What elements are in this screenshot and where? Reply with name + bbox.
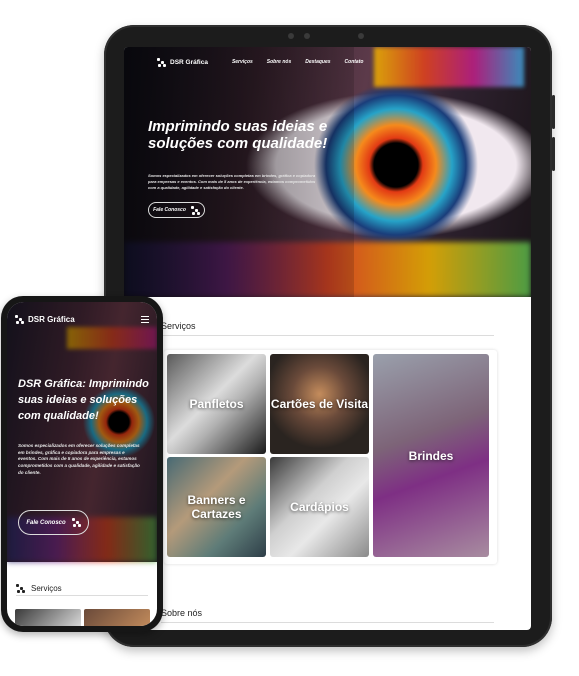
service-card-label: Cardápios bbox=[290, 500, 349, 514]
hero-description: Somos especializados em oferecer soluçõe… bbox=[148, 173, 316, 190]
tablet-device: DSR Gráfica Serviços Sobre nós Destaques… bbox=[104, 25, 555, 647]
section-divider bbox=[16, 595, 148, 596]
hero-overlay bbox=[124, 47, 354, 297]
tablet-camera-dot bbox=[304, 33, 310, 39]
tablet-camera-dot bbox=[288, 33, 294, 39]
phone-hero-banner: DSR Gráfica DSR Gráfica: Imprimindo suas… bbox=[7, 302, 157, 562]
phone-device: DSR Gráfica DSR Gráfica: Imprimindo suas… bbox=[1, 296, 163, 632]
contact-button-label: Fale Conosco bbox=[153, 207, 186, 213]
phone-screen: DSR Gráfica DSR Gráfica: Imprimindo suas… bbox=[7, 302, 157, 626]
hero-title: Imprimindo suas ideias e soluções com qu… bbox=[148, 118, 328, 152]
phone-services-heading: Serviços bbox=[16, 584, 62, 593]
brand-logo[interactable]: DSR Gráfica bbox=[157, 57, 208, 67]
section-divider bbox=[161, 335, 494, 336]
tablet-volume-button bbox=[552, 95, 555, 129]
service-card-cartoes-de-visita[interactable]: Cartões de Visita bbox=[270, 354, 369, 454]
service-card-label: Panfletos bbox=[189, 397, 244, 411]
phone-service-card[interactable] bbox=[15, 609, 81, 626]
contact-button[interactable]: Fale Conosco bbox=[148, 202, 205, 218]
service-card-banners-e-cartazes[interactable]: Banners e Cartazes bbox=[167, 457, 266, 557]
brand-logo[interactable]: DSR Gráfica bbox=[15, 315, 75, 324]
service-card-cardapios[interactable]: Cardápios bbox=[270, 457, 369, 557]
tablet-camera-dot bbox=[358, 33, 364, 39]
dots-logo-icon bbox=[157, 57, 166, 67]
brand-name: DSR Gráfica bbox=[28, 315, 75, 324]
service-card-label: Banners e Cartazes bbox=[187, 493, 246, 521]
nav-link-contato[interactable]: Contato bbox=[345, 59, 364, 65]
top-nav: DSR Gráfica Serviços Sobre nós Destaques… bbox=[157, 55, 363, 69]
hero-paint-splash bbox=[374, 47, 524, 87]
brand-name: DSR Gráfica bbox=[170, 58, 208, 66]
about-section-title: Sobre nós bbox=[161, 608, 203, 618]
section-divider bbox=[161, 622, 494, 623]
phone-contact-button[interactable]: Fale Conosco bbox=[18, 510, 89, 535]
phone-top-nav: DSR Gráfica bbox=[15, 315, 149, 324]
dots-logo-icon bbox=[16, 584, 25, 593]
services-grid: Panfletos Cartões de Visita Brindes Bann… bbox=[164, 350, 497, 564]
nav-link-destaques[interactable]: Destaques bbox=[305, 59, 330, 65]
dots-logo-icon bbox=[71, 518, 81, 527]
phone-hero-description: Somos especializados em oferecer soluçõe… bbox=[18, 443, 140, 475]
hamburger-menu-icon[interactable] bbox=[141, 316, 149, 323]
tablet-screen: DSR Gráfica Serviços Sobre nós Destaques… bbox=[124, 47, 531, 630]
nav-link-servicos[interactable]: Serviços bbox=[232, 59, 253, 65]
services-section-title: Serviços bbox=[161, 321, 196, 331]
service-card-label: Brindes bbox=[408, 448, 454, 463]
phone-hero-title: DSR Gráfica: Imprimindo suas ideias e so… bbox=[18, 378, 149, 422]
service-card-label: Cartões de Visita bbox=[270, 397, 369, 411]
phone-service-card[interactable] bbox=[84, 609, 150, 626]
dots-logo-icon bbox=[15, 315, 24, 324]
contact-button-label: Fale Conosco bbox=[26, 519, 66, 526]
dots-logo-icon bbox=[190, 205, 200, 215]
phone-services-title: Serviços bbox=[31, 584, 62, 593]
service-card-brindes[interactable]: Brindes bbox=[373, 354, 489, 557]
hero-banner: DSR Gráfica Serviços Sobre nós Destaques… bbox=[124, 47, 531, 297]
service-card-panfletos[interactable]: Panfletos bbox=[167, 354, 266, 454]
tablet-volume-button bbox=[552, 137, 555, 171]
nav-link-sobre-nos[interactable]: Sobre nós bbox=[267, 59, 291, 65]
